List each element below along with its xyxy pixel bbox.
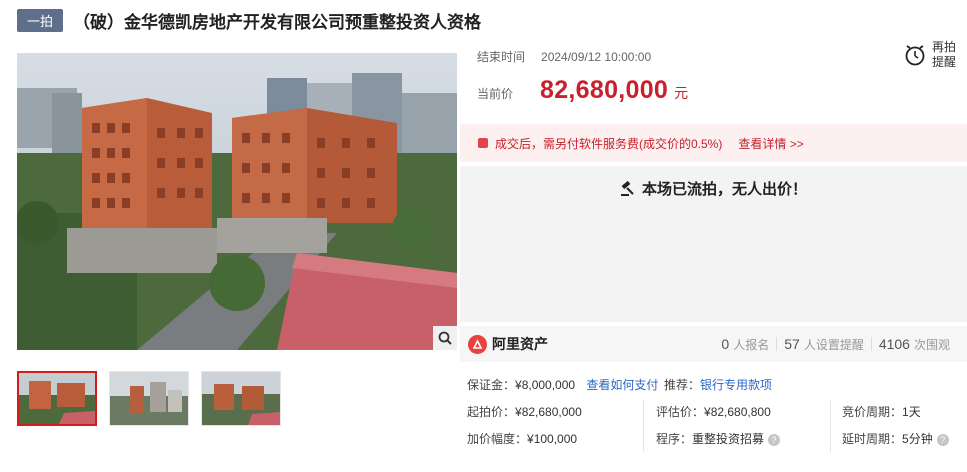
deposit-row: 保证金：¥8,000,000 查看如何支付	[467, 376, 658, 393]
delay-period-label: 延时周期：	[842, 432, 903, 446]
bidding-period-label: 竞价周期：	[842, 405, 903, 419]
ali-asset-logo-icon	[468, 334, 487, 354]
auction-status-text: 本场已流拍，无人出价！	[641, 181, 807, 198]
signup-count: 0	[721, 335, 730, 352]
bank-fund-link[interactable]: 银行专用款项	[700, 378, 772, 392]
view-count: 4106	[878, 335, 910, 352]
appraisal-value: ¥82,680,800	[704, 405, 771, 419]
deposit-label: 保证金：	[467, 378, 516, 392]
auction-status-panel: 本场已流拍，无人出价！	[460, 166, 967, 322]
divider	[830, 400, 831, 452]
stats-group: 0 人报名 57 人设置提醒 4106 次围观	[714, 336, 957, 353]
starting-price-value: ¥82,680,000	[515, 405, 582, 419]
procedure-row: 程序：重整投资招募?	[656, 430, 781, 447]
thumbnail-strip	[17, 371, 281, 426]
thumbnail-image	[19, 373, 95, 424]
end-time-row: 结束时间 2024/09/12 10:00:00	[477, 48, 651, 65]
appraisal-row: 评估价：¥82,680,800	[656, 403, 771, 420]
bidding-period-value: 1天	[902, 405, 921, 419]
divider	[643, 400, 644, 452]
reminder-stat: 57 人设置提醒	[777, 336, 871, 353]
signup-stat: 0 人报名	[714, 336, 776, 353]
bidding-period-row: 竞价周期：1天	[842, 403, 921, 420]
auction-status: 本场已流拍，无人出价！	[460, 178, 967, 199]
reminder-count: 57	[784, 335, 800, 352]
appraisal-label: 评估价：	[656, 405, 705, 419]
rebid-reminder-button[interactable]: 再拍提醒	[904, 40, 958, 70]
question-icon[interactable]: ?	[768, 433, 781, 446]
auction-round-badge: 一拍	[17, 8, 64, 32]
main-property-image[interactable]	[17, 53, 457, 350]
procedure-label: 程序：	[656, 432, 693, 446]
price-unit: 元	[674, 85, 689, 101]
deposit-value: ¥8,000,000	[515, 378, 576, 392]
increment-label: 加价幅度：	[467, 432, 528, 446]
thumbnail-2[interactable]	[109, 371, 189, 426]
thumbnail-image	[110, 372, 188, 425]
brand[interactable]: 阿里资产	[468, 334, 548, 354]
increment-value: ¥100,000	[527, 432, 578, 446]
search-icon	[438, 331, 452, 345]
signup-unit: 人报名	[733, 337, 770, 352]
thumbnail-image	[202, 372, 280, 425]
recommend-row: 推荐：银行专用款项	[664, 376, 772, 393]
thumbnail-1[interactable]	[17, 371, 97, 426]
service-fee-text: 成交后，需另付软件服务费(成交价的0.5%)	[495, 136, 723, 151]
title-row: 一拍 （破）金华德凯房地产开发有限公司预重整投资人资格	[17, 8, 482, 32]
current-price-label: 当前价	[477, 87, 514, 101]
thumbnail-3[interactable]	[201, 371, 281, 426]
delay-period-row: 延时周期：5分钟?	[842, 430, 949, 447]
increment-row: 加价幅度：¥100,000	[467, 430, 577, 447]
view-unit: 次围观	[913, 337, 950, 352]
procedure-value: 重整投资招募	[692, 432, 765, 446]
page-title: （破）金华德凯房地产开发有限公司预重整投资人资格	[73, 12, 482, 32]
current-price-value: 82,680,000	[540, 76, 669, 104]
starting-price-row: 起拍价：¥82,680,000	[467, 403, 582, 420]
gavel-icon	[620, 180, 634, 196]
brand-name: 阿里资产	[492, 336, 548, 352]
current-price-row: 当前价 82,680,000 元	[477, 76, 688, 105]
end-time-label: 结束时间	[477, 50, 526, 64]
fee-icon	[478, 138, 488, 148]
service-fee-notice: 成交后，需另付软件服务费(成交价的0.5%) 查看详情 >>	[460, 124, 967, 162]
recommend-label: 推荐：	[664, 378, 701, 392]
reminder-unit: 人设置提醒	[803, 337, 864, 352]
end-time-value: 2024/09/12 10:00:00	[541, 49, 652, 64]
delay-period-value: 5分钟	[902, 432, 933, 446]
rebid-reminder-label: 再拍提醒	[932, 40, 957, 69]
question-icon[interactable]: ?	[936, 433, 949, 446]
starting-price-label: 起拍价：	[467, 405, 516, 419]
stats-bar: 阿里资产 0 人报名 57 人设置提醒 4106 次围观	[460, 326, 967, 362]
alarm-clock-icon	[905, 45, 925, 66]
view-details-link[interactable]: 查看详情 >>	[738, 135, 803, 152]
view-stat: 4106 次围观	[872, 336, 957, 353]
zoom-button[interactable]	[433, 326, 457, 350]
how-to-pay-link[interactable]: 查看如何支付	[586, 378, 658, 392]
property-photo	[17, 53, 457, 350]
